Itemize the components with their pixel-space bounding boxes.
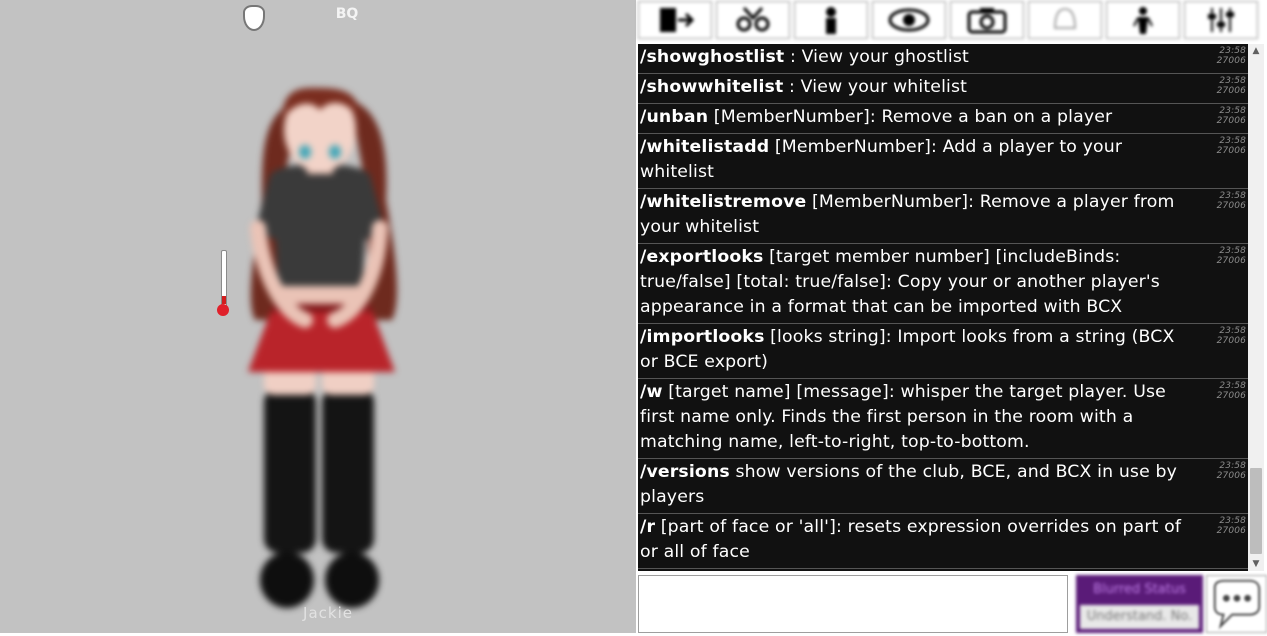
toolbar: [638, 1, 1267, 41]
exit-button[interactable]: [638, 1, 712, 39]
chat-message: /showghostlist : View your ghostlist 23:5…: [638, 44, 1248, 74]
character-button[interactable]: [794, 1, 868, 39]
message-sender-id: 27006: [1216, 471, 1246, 481]
message-meta: 23:58 27006: [1206, 381, 1246, 401]
message-meta: 23:58 27006: [1206, 191, 1246, 211]
chat-panel: /showghostlist : View your ghostlist 23:5…: [636, 0, 1267, 633]
scroll-up-icon[interactable]: ▲: [1248, 44, 1264, 58]
meter-fill: [222, 296, 226, 304]
message-meta: 23:58 27006: [1206, 106, 1246, 126]
chat-message: /whitelistadd [MemberNumber]: Add a play…: [638, 134, 1248, 189]
chat-log[interactable]: /showghostlist : View your ghostlist 23:5…: [638, 44, 1248, 571]
person-button[interactable]: [1106, 1, 1180, 39]
speech-bubble-icon: [1213, 579, 1261, 630]
character-icon: [826, 7, 836, 34]
eye-button[interactable]: [872, 1, 946, 39]
chat-message: /unban [MemberNumber]: Remove a ban on a…: [638, 104, 1248, 134]
status-box[interactable]: Blurred Status Understand. No.: [1076, 575, 1203, 633]
command-name[interactable]: /unban: [640, 107, 708, 127]
message-meta: 23:58 27006: [1206, 461, 1246, 481]
message-time: 23:58: [1219, 191, 1246, 201]
command-name[interactable]: /showwhitelist: [640, 77, 783, 97]
message-time: 23:58: [1219, 516, 1246, 526]
message-meta: 23:58 27006: [1206, 136, 1246, 156]
chat-message: /exportlooks [target member number] [inc…: [638, 244, 1248, 324]
blurred-scene: [0, 0, 636, 633]
bell-button[interactable]: [1028, 1, 1102, 39]
game-canvas[interactable]: BQ Jackie: [0, 0, 636, 633]
command-name[interactable]: /whitelistadd: [640, 137, 769, 157]
message-sender-id: 27006: [1216, 146, 1246, 156]
message-meta: 23:58 27006: [1206, 246, 1246, 266]
command-description: [target name] [message]: whisper the tar…: [640, 382, 1166, 452]
character-figure[interactable]: [0, 0, 636, 633]
chat-message: /r [part of face or 'all']: resets expre…: [638, 514, 1248, 569]
chat-message: /versions show versions of the club, BCE…: [638, 459, 1248, 514]
message-sender-id: 27006: [1216, 56, 1246, 66]
command-description: [part of face or 'all']: resets expressi…: [640, 517, 1182, 562]
message-time: 23:58: [1219, 381, 1246, 391]
message-meta: 23:58 27006: [1206, 46, 1246, 66]
exit-icon: [660, 8, 695, 32]
restraints-button[interactable]: [716, 1, 790, 39]
heart-icon: [217, 304, 229, 316]
settings-icon: [1208, 8, 1234, 32]
message-sender-id: 27006: [1216, 86, 1246, 96]
message-sender-id: 27006: [1216, 391, 1246, 401]
chat-message: /w [target name] [message]: whisper the …: [638, 379, 1248, 459]
command-name[interactable]: /exportlooks: [640, 247, 763, 267]
message-meta: 23:58 27006: [1206, 326, 1246, 346]
command-description: [MemberNumber]: Remove a ban on a player: [708, 107, 1113, 127]
message-meta: 23:58 27006: [1206, 516, 1246, 536]
message-meta: 23:58 27006: [1206, 76, 1246, 96]
scroll-thumb[interactable]: [1250, 468, 1262, 554]
status-label: BQ: [335, 6, 359, 22]
chat-message: /pose ['list' or list of poses]: set you…: [638, 569, 1248, 571]
message-sender-id: 27006: [1216, 336, 1246, 346]
command-description: : View your ghostlist: [784, 47, 969, 67]
command-name[interactable]: /importlooks: [640, 327, 765, 347]
message-sender-id: 27006: [1216, 201, 1246, 211]
command-description: : View your whitelist: [783, 77, 968, 97]
scroll-down-icon[interactable]: ▼: [1248, 557, 1264, 571]
chat-message: /importlooks [looks string]: Import look…: [638, 324, 1248, 379]
command-name[interactable]: /versions: [640, 462, 730, 482]
message-sender-id: 27006: [1216, 526, 1246, 536]
command-name[interactable]: /showghostlist: [640, 47, 784, 67]
command-name[interactable]: /whitelistremove: [640, 192, 806, 212]
message-time: 23:58: [1219, 246, 1246, 256]
command-name[interactable]: /r: [640, 517, 655, 537]
person-icon: [1133, 7, 1153, 34]
eye-icon: [888, 8, 930, 32]
settings-button[interactable]: [1184, 1, 1258, 39]
bell-icon: [1053, 7, 1077, 29]
message-sender-id: 27006: [1216, 256, 1246, 266]
message-sender-id: 27006: [1216, 116, 1246, 126]
message-time: 23:58: [1219, 76, 1246, 86]
status-top-label[interactable]: Blurred Status: [1082, 579, 1197, 601]
character-name: Jackie: [303, 604, 353, 622]
chat-message: /showwhitelist : View your whitelist 23:5…: [638, 74, 1248, 104]
chat-message: /whitelistremove [MemberNumber]: Remove …: [638, 189, 1248, 244]
command-name[interactable]: /w: [640, 382, 663, 402]
arousal-meter[interactable]: [217, 250, 229, 320]
camera-button[interactable]: [950, 1, 1024, 39]
chat-scrollbar[interactable]: ▲ ▼: [1248, 44, 1264, 571]
message-time: 23:58: [1219, 326, 1246, 336]
camera-icon: [967, 8, 1007, 34]
message-time: 23:58: [1219, 46, 1246, 56]
status-bottom-label[interactable]: Understand. No.: [1080, 605, 1199, 629]
chat-send-button[interactable]: [1206, 575, 1267, 633]
message-time: 23:58: [1219, 136, 1246, 146]
message-time: 23:58: [1219, 106, 1246, 116]
chat-input[interactable]: [638, 575, 1068, 633]
message-time: 23:58: [1219, 461, 1246, 471]
restraints-icon: [736, 6, 770, 32]
